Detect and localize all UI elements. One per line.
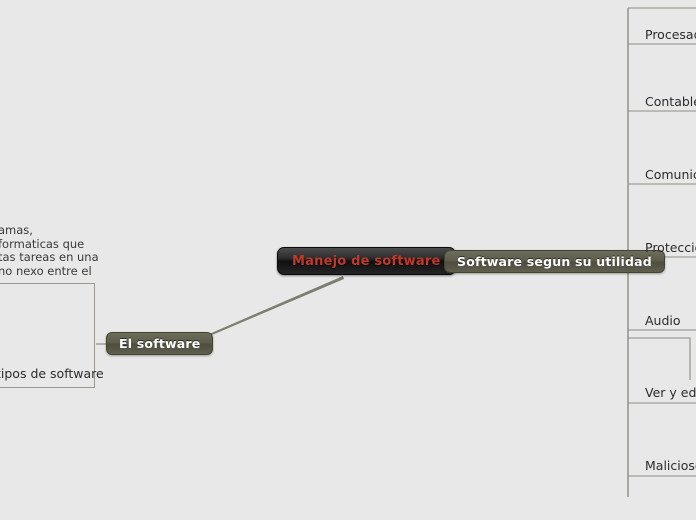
node-root-label: Manejo de software [292,253,441,269]
node-el-software[interactable]: El software [106,332,214,355]
right-child-label-maliciosos: Maliciosc [645,458,696,473]
node-el-software-label: El software [119,336,201,351]
node-software-segun-su-utilidad[interactable]: Software segun su utilidad [444,250,665,273]
left-note-text: amas, formaticas que tas tareas en una n… [0,223,99,278]
node-software-segun-su-utilidad-label: Software segun su utilidad [457,254,652,269]
right-child-label-proteccion: Protecció [645,240,696,255]
node-root-manejo-de-software[interactable]: Manejo de software [277,247,456,275]
right-child-label-audio: Audio [645,313,681,328]
right-child-label-contables: Contables [645,94,696,109]
mindmap-canvas[interactable]: amas, formaticas que tas tareas en una n… [0,0,696,520]
right-child-label-comunicacion: Comunica [645,167,696,182]
right-child-label-procesadores: Procesad [645,27,696,42]
right-child-label-ver-y-editar: Ver y ed [645,385,696,400]
left-clipped-child-label: tipos de software [0,366,104,381]
